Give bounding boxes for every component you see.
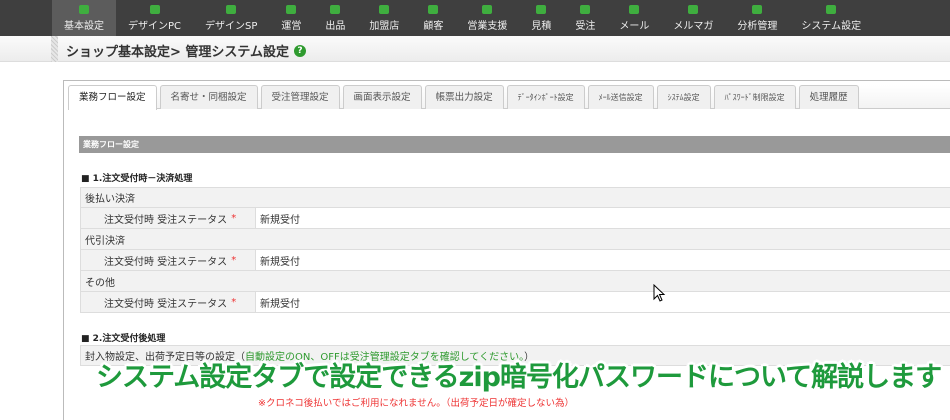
tab[interactable]: ﾃﾞｰﾀｲﾝﾎﾟｰﾄ設定 xyxy=(506,85,585,109)
nav-item[interactable]: 分析管理 xyxy=(725,0,789,36)
nav-item[interactable]: システム設定 xyxy=(789,0,873,36)
nav-item[interactable]: 出品 xyxy=(313,0,357,36)
sidebar-toggle[interactable] xyxy=(51,36,58,62)
status-value[interactable]: 新規受付 xyxy=(256,250,950,270)
group-label: 代引決済 xyxy=(85,235,125,247)
field-label: 注文受付時 受注ステータス xyxy=(104,256,228,268)
nav-label: 基本設定 xyxy=(64,20,104,32)
nav-label: デザインPC xyxy=(128,20,182,32)
nav-icon xyxy=(629,4,640,14)
tab[interactable]: 受注管理設定 xyxy=(260,85,340,109)
nav-icon xyxy=(149,4,160,14)
payment-table: 後払い決済 注文受付時 受注ステータス * 新規受付 代引決済 注文受付時 受注ステータス… xyxy=(80,187,950,313)
tab-bar: 業務フロー設定 名寄せ・同梱設定 受注管理設定 画面表示設定 帳票出力設定 ﾃﾞｰﾀｲﾝﾎ… xyxy=(68,85,950,110)
nav-icon xyxy=(688,4,699,14)
nav-label: 受注 xyxy=(575,20,596,32)
nav-item[interactable]: 加盟店 xyxy=(357,0,411,36)
nav-label: 加盟店 xyxy=(369,20,400,32)
field-label: 注文受付時 受注ステータス xyxy=(104,214,228,226)
nav-label: 運営 xyxy=(281,20,302,32)
nav-item[interactable]: 受注 xyxy=(563,0,607,36)
nav-icon xyxy=(79,4,89,14)
warning-note: ※クロネコ後払いではご利用になれません。（出荷予定日が確定しない為） xyxy=(258,398,574,409)
tab[interactable]: ﾒｰﾙ送信設定 xyxy=(587,85,654,109)
tab[interactable]: 画面表示設定 xyxy=(342,85,422,109)
nav-item[interactable]: デザインSP xyxy=(193,0,269,36)
nav-label: システム設定 xyxy=(801,20,862,32)
page-header: ショップ基本設定> 管理システム設定? xyxy=(0,36,950,62)
nav-item[interactable]: メルマガ xyxy=(661,0,725,36)
nav-item[interactable]: 営業支援 xyxy=(455,0,519,36)
nav-label: 見積 xyxy=(531,20,552,32)
video-caption: システム設定タブで設定できるzip暗号化パスワードについて解説します xyxy=(96,362,942,393)
nav-icon xyxy=(580,4,591,14)
nav-item[interactable]: 見積 xyxy=(519,0,563,36)
tab[interactable]: 処理履歴 xyxy=(798,85,859,109)
nav-item[interactable]: 基本設定 xyxy=(52,0,116,36)
required-mark: * xyxy=(231,296,237,308)
nav-icon xyxy=(226,4,237,14)
nav-label: 出品 xyxy=(325,20,346,32)
section2-title: ■ 2.注文受付後処理 xyxy=(81,334,166,344)
required-mark: * xyxy=(231,212,237,224)
nav-item[interactable]: デザインPC xyxy=(116,0,193,36)
help-icon[interactable]: ? xyxy=(294,44,307,57)
nav-item[interactable]: 顧客 xyxy=(411,0,455,36)
nav-icon xyxy=(379,4,390,14)
section-header: 業務フロー設定 xyxy=(79,136,950,153)
tab[interactable]: 名寄せ・同梱設定 xyxy=(159,85,258,109)
required-mark: * xyxy=(231,254,237,266)
tab[interactable]: 業務フロー設定 xyxy=(68,85,157,110)
tab[interactable]: 帳票出力設定 xyxy=(424,85,504,109)
nav-icon xyxy=(428,4,439,14)
group-label: その他 xyxy=(85,277,115,289)
top-nav: 基本設定 デザインPC デザインSP 運営 出品 加盟店 顧客 営業支援 見積 受注 メール メルマガ… xyxy=(0,0,950,36)
tab[interactable]: ｼｽﾃﾑ設定 xyxy=(656,85,711,109)
nav-icon xyxy=(752,4,763,14)
nav-label: メール xyxy=(619,20,650,32)
section1-title: ■ 1.注文受付時－決済処理 xyxy=(81,174,193,184)
nav-icon xyxy=(286,4,297,14)
nav-label: デザインSP xyxy=(205,20,258,32)
nav-label: 分析管理 xyxy=(737,20,778,32)
mouse-cursor-icon xyxy=(653,284,666,302)
group-label: 後払い決済 xyxy=(85,194,135,205)
nav-icon xyxy=(330,4,341,14)
page-title: ショップ基本設定> 管理システム設定 xyxy=(66,45,290,60)
nav-icon xyxy=(536,4,547,14)
nav-icon xyxy=(826,4,837,14)
tab[interactable]: ﾊﾟｽﾜｰﾄﾞ制限設定 xyxy=(713,85,796,109)
nav-icon xyxy=(482,4,493,14)
status-value[interactable]: 新規受付 xyxy=(256,208,950,228)
nav-label: 営業支援 xyxy=(467,20,508,32)
nav-label: 顧客 xyxy=(423,20,444,32)
nav-label: メルマガ xyxy=(673,20,714,32)
field-label: 注文受付時 受注ステータス xyxy=(104,298,228,310)
nav-item[interactable]: 運営 xyxy=(269,0,313,36)
nav-item[interactable]: メール xyxy=(607,0,661,36)
status-value[interactable]: 新規受付 xyxy=(256,292,950,312)
